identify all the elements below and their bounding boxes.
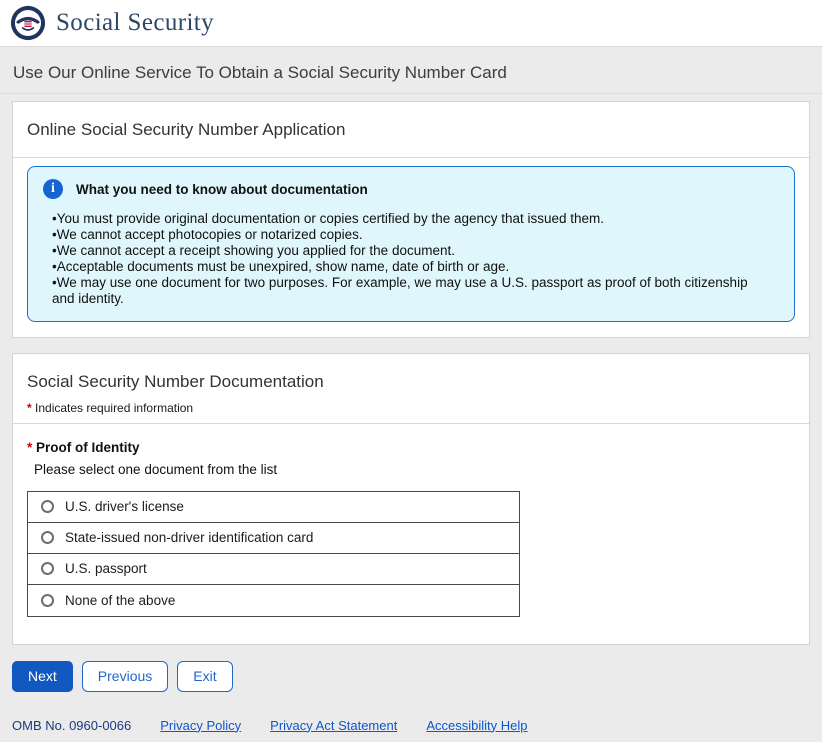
action-button-row: Next Previous Exit	[12, 661, 810, 692]
option-row-state-id[interactable]: State-issued non-driver identification c…	[28, 523, 519, 554]
footer-link-bar: OMB No. 0960-0066 Privacy Policy Privacy…	[12, 718, 810, 733]
page-title-strip: Use Our Online Service To Obtain a Socia…	[0, 47, 822, 94]
required-note-text: Indicates required information	[35, 401, 193, 415]
privacy-act-statement-link[interactable]: Privacy Act Statement	[270, 718, 397, 733]
option-label: U.S. driver's license	[65, 499, 184, 514]
privacy-policy-link[interactable]: Privacy Policy	[160, 718, 241, 733]
application-panel: Online Social Security Number Applicatio…	[12, 101, 810, 338]
accessibility-help-link[interactable]: Accessibility Help	[426, 718, 527, 733]
info-bullet: We cannot accept a receipt showing you a…	[52, 243, 773, 259]
documentation-panel: Social Security Number Documentation * I…	[12, 353, 810, 645]
proof-of-identity-label: * Proof of Identity	[27, 440, 795, 455]
option-row-drivers-license[interactable]: U.S. driver's license	[28, 492, 519, 523]
required-asterisk: *	[27, 401, 32, 415]
option-row-us-passport[interactable]: U.S. passport	[28, 554, 519, 585]
panel1-body: i What you need to know about documentat…	[13, 158, 809, 337]
omb-number: OMB No. 0960-0066	[12, 718, 131, 733]
exit-button[interactable]: Exit	[177, 661, 232, 692]
top-brand-bar: Social Security	[0, 0, 822, 47]
info-bullet: We may use one document for two purposes…	[52, 275, 773, 307]
info-bullet-list: You must provide original documentation …	[43, 211, 779, 307]
required-asterisk: *	[27, 440, 32, 455]
next-button[interactable]: Next	[12, 661, 73, 692]
proof-of-identity-label-text: Proof of Identity	[36, 440, 140, 455]
info-bullet: You must provide original documentation …	[52, 211, 773, 227]
option-label: State-issued non-driver identification c…	[65, 530, 313, 545]
page-title: Use Our Online Service To Obtain a Socia…	[13, 63, 507, 82]
info-bullet: Acceptable documents must be unexpired, …	[52, 259, 773, 275]
option-row-none-of-the-above[interactable]: None of the above	[28, 585, 519, 616]
required-information-note: * Indicates required information	[13, 398, 809, 424]
info-bullet: We cannot accept photocopies or notarize…	[52, 227, 773, 243]
option-label: U.S. passport	[65, 561, 147, 576]
brand-title: Social Security	[56, 9, 214, 37]
radio-button[interactable]	[41, 562, 54, 575]
info-box-title: What you need to know about documentatio…	[76, 182, 368, 197]
radio-button[interactable]	[41, 594, 54, 607]
radio-button[interactable]	[41, 531, 54, 544]
option-label: None of the above	[65, 593, 175, 608]
panel1-title: Online Social Security Number Applicatio…	[13, 102, 809, 158]
info-box-header: i What you need to know about documentat…	[43, 179, 779, 199]
panel2-title: Social Security Number Documentation	[13, 354, 809, 398]
panel2-body: * Proof of Identity Please select one do…	[13, 424, 809, 644]
radio-button[interactable]	[41, 500, 54, 513]
documentation-info-box: i What you need to know about documentat…	[27, 166, 795, 322]
info-icon: i	[43, 179, 63, 199]
identity-document-option-list: U.S. driver's license State-issued non-d…	[27, 491, 520, 617]
select-document-hint: Please select one document from the list	[34, 462, 795, 477]
previous-button[interactable]: Previous	[82, 661, 168, 692]
ssa-seal-logo	[10, 5, 46, 41]
